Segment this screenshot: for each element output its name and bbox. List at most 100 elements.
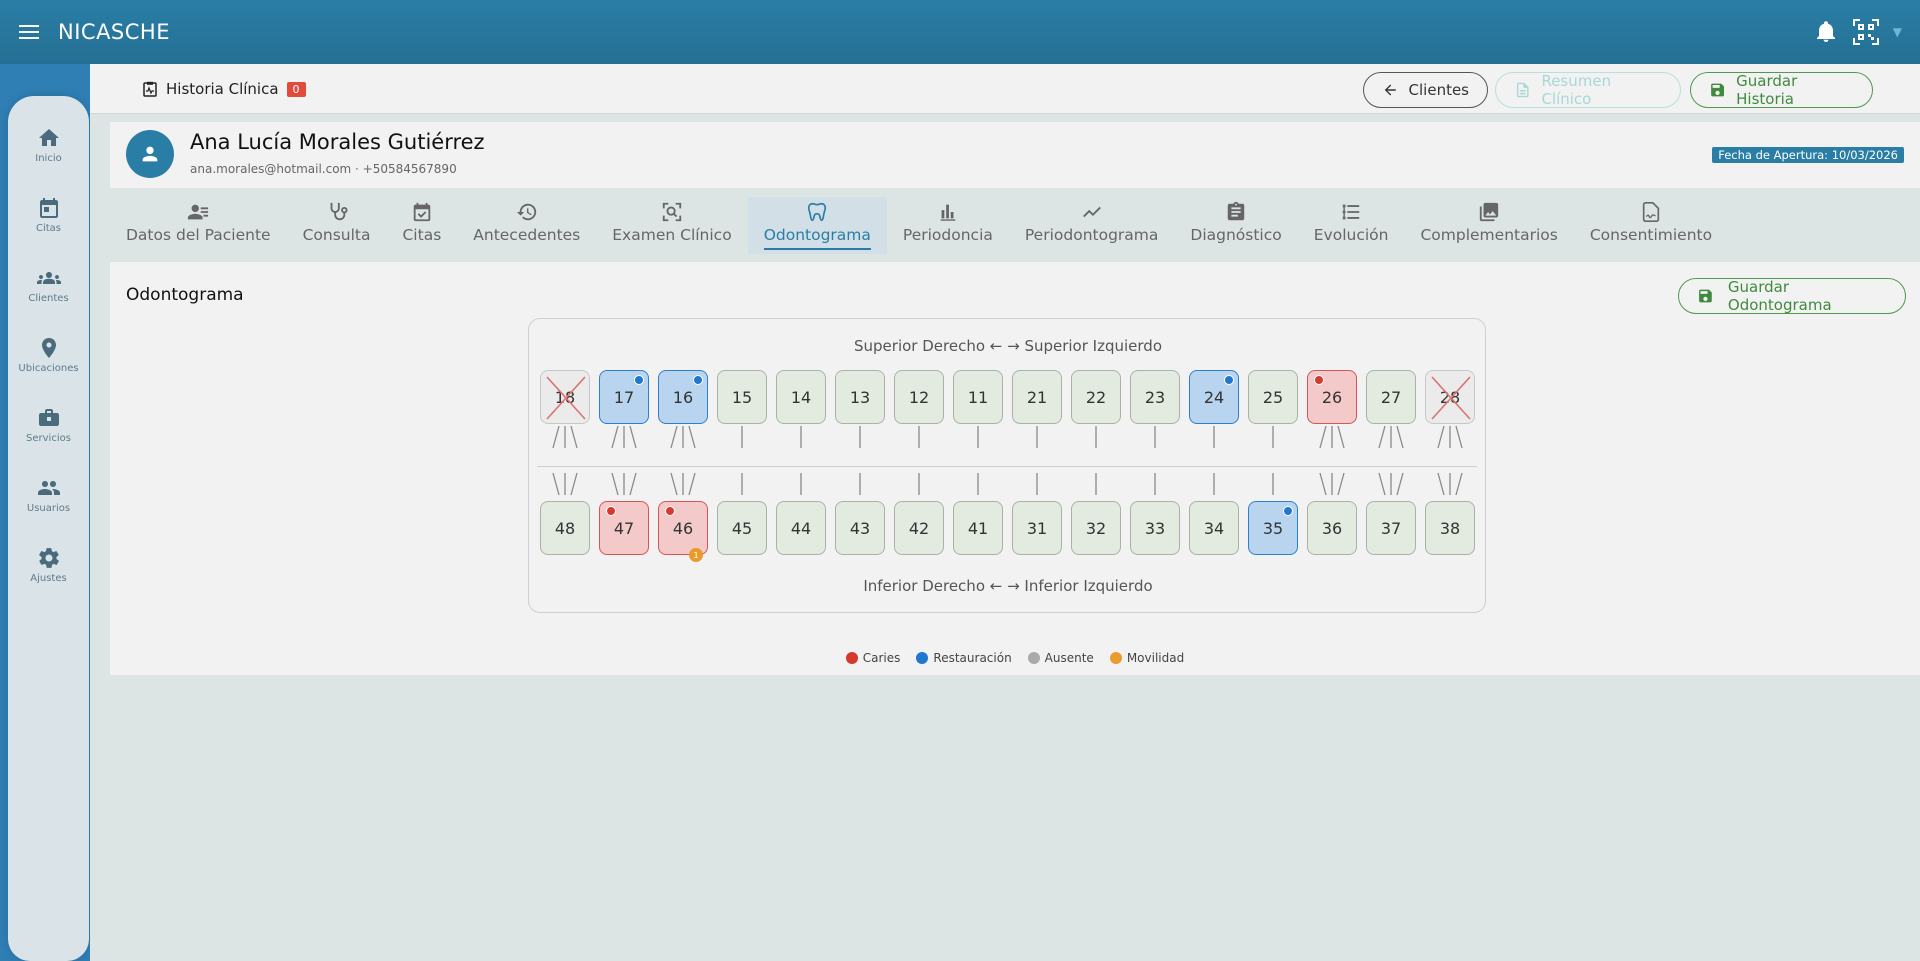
tab-antecedentes[interactable]: Antecedentes [457,197,596,254]
tooth-roots [953,426,1003,454]
arrow-left-icon [1384,84,1396,96]
tooth-21[interactable]: 21 [1012,370,1062,424]
tooth-32[interactable]: 32 [1071,501,1121,555]
tooth-roots [894,469,944,497]
tooth-roots [1425,469,1475,497]
sidebar-item-clientes[interactable]: Clientes [8,266,89,322]
tooth-31[interactable]: 31 [1012,501,1062,555]
active-tab-indicator [763,248,871,250]
tooth-number: 41 [967,518,989,538]
tooth-24[interactable]: 24 [1189,370,1239,424]
qr-code-icon [1852,19,1879,45]
tooth-roots [540,469,590,497]
tab-datos-del-paciente[interactable]: Datos del Paciente [110,197,287,254]
tooth-33[interactable]: 33 [1130,501,1180,555]
tooth-11[interactable]: 11 [953,370,1003,424]
sidebar-item-inicio[interactable]: Inicio [8,126,89,182]
tooth-42[interactable]: 42 [894,501,944,555]
tooth-roots [1307,425,1357,454]
tooth-number: 35 [1262,518,1284,538]
tooth-13[interactable]: 13 [835,370,885,424]
tooth-37[interactable]: 37 [1366,501,1416,555]
back-button-label: Clientes [1408,81,1469,99]
tooth-14[interactable]: 14 [776,370,826,424]
sidebar-item-ubicaciones[interactable]: Ubicaciones [8,336,89,392]
tab-complementarios[interactable]: Complementarios [1404,197,1573,254]
tab-label: Consulta [302,226,371,244]
tooth-22[interactable]: 22 [1071,370,1121,424]
summary-button-label: Resumen Clínico [1541,72,1612,108]
person-icon [142,146,158,162]
tooth-41[interactable]: 41 [953,501,1003,555]
restoration-marker [1224,375,1234,385]
tooth-17[interactable]: 17 [599,370,649,424]
tooth-23[interactable]: 23 [1130,370,1180,424]
odontogram-chart: Superior Derecho ← → Superior Izquierdo … [528,318,1486,613]
caries-marker [1314,375,1324,385]
tooth-15[interactable]: 15 [717,370,767,424]
tooth-47[interactable]: 47 [599,501,649,555]
tooth-number: 11 [967,387,989,407]
menu-button[interactable] [0,0,58,64]
tab-consentimiento[interactable]: Consentimiento [1574,197,1728,254]
save-history-button[interactable]: Guardar Historia [1690,72,1873,108]
tab-citas[interactable]: Citas [386,197,457,254]
tooth-number: 44 [790,518,812,538]
tooth-35[interactable]: 35 [1248,501,1298,555]
tooth-18[interactable]: 18 [540,370,590,424]
tooth-12[interactable]: 12 [894,370,944,424]
tooth-44[interactable]: 44 [776,501,826,555]
tooth-36[interactable]: 36 [1307,501,1357,555]
legend-swatch [845,652,858,664]
tooth-28[interactable]: 28 [1425,370,1475,424]
sidebar-item-ajustes[interactable]: Ajustes [8,546,89,602]
tooth-25[interactable]: 25 [1248,370,1298,424]
tooth-number: 45 [731,518,753,538]
briefcase-icon [38,409,59,426]
account-dropdown-icon[interactable]: ▼ [1893,25,1902,39]
tooth-roots [658,425,708,454]
tab-odontograma[interactable]: Odontograma [747,197,887,254]
tab-label: Periodontograma [1024,226,1159,244]
tooth-roots [1189,426,1239,454]
sidebar-item-usuarios[interactable]: Usuarios [8,476,89,532]
legend-label: Movilidad [1126,651,1185,665]
lower-arch-label: Inferior Derecho ← → Inferior Izquierdo [863,577,1153,595]
tooth-34[interactable]: 34 [1189,501,1239,555]
sidebar-item-label: Citas [35,223,62,234]
tab-periodoncia[interactable]: Periodoncia [887,197,1009,254]
scan-icon [662,202,682,222]
tab-evolucion[interactable]: Evolución [1298,197,1405,254]
sidebar-item-citas[interactable]: Citas [8,196,89,252]
tooth-number: 26 [1321,387,1343,407]
tooth-46[interactable]: 46 1 [658,501,708,562]
tooth-number: 24 [1203,387,1225,407]
tab-label: Odontograma [763,226,871,244]
sidebar-item-servicios[interactable]: Servicios [8,406,89,462]
tab-examen-clinico[interactable]: Examen Clínico [596,197,747,254]
tooth-roots [1366,469,1416,497]
notifications-button[interactable] [1813,19,1839,45]
tooth-43[interactable]: 43 [835,501,885,555]
save-odontogram-button[interactable]: Guardar Odontograma [1678,278,1906,314]
tab-periodontograma[interactable]: Periodontograma [1009,197,1175,254]
tooth-38[interactable]: 38 [1425,501,1475,555]
tooth-number: 47 [613,518,635,538]
tooth-48[interactable]: 48 [540,501,590,555]
back-to-clients-button[interactable]: Clientes [1363,72,1488,108]
tooth-16[interactable]: 16 [658,370,708,424]
legend-swatch [1109,652,1122,664]
tooth-27[interactable]: 27 [1366,370,1416,424]
tooth-number: 37 [1380,518,1402,538]
tooth-26[interactable]: 26 [1307,370,1357,424]
tooth-45[interactable]: 45 [717,501,767,555]
tooth-icon [808,202,827,222]
page-title-text: Historia Clínica [166,80,279,98]
qr-scanner-button[interactable] [1852,19,1879,45]
section-title: Odontograma [126,285,244,305]
legend-label: Restauración [933,651,1012,665]
clinical-summary-button[interactable]: Resumen Clínico [1495,72,1681,108]
tab-diagnostico[interactable]: Diagnóstico [1174,197,1297,254]
tab-consulta[interactable]: Consulta [287,197,387,254]
sidebar-item-label: Ubicaciones [18,363,79,374]
